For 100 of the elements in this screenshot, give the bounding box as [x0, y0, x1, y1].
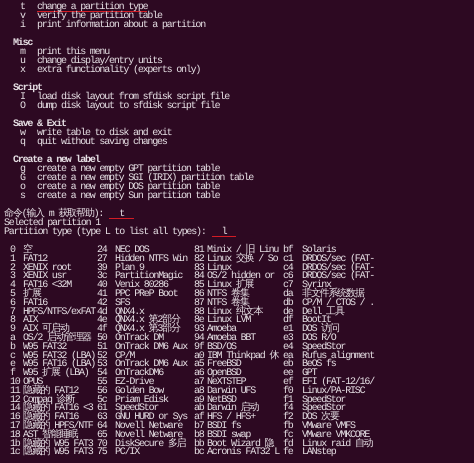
type-name: BSDI fs: [207, 422, 241, 431]
type-code: eb: [283, 360, 293, 370]
type-code: a9: [194, 396, 205, 404]
type-code: 87: [194, 298, 205, 308]
command-description: verify the partition table: [37, 12, 162, 21]
type-code: de: [283, 308, 293, 316]
type-code: ef: [283, 378, 294, 387]
type-name: 隐藏的 FAT16: [23, 413, 79, 422]
command-key: x: [13, 66, 37, 75]
type-code: 84: [194, 272, 206, 282]
type-code: 14: [10, 404, 22, 414]
type-name: DOS 访问: [302, 325, 340, 334]
type-name: BSDI swap: [207, 430, 251, 440]
type-code: 53: [97, 360, 108, 370]
type-code: fb: [283, 422, 294, 431]
type-code: 12: [10, 396, 20, 404]
type-code: 61: [97, 404, 108, 414]
type-code: f1: [283, 396, 294, 404]
type-name: SpeedStor: [115, 404, 158, 414]
type-name: XENIX usr: [23, 272, 66, 282]
command-key: q: [13, 138, 37, 147]
typed-answer: t: [109, 210, 134, 219]
type-name: EFI (FAT-12/16/: [302, 378, 376, 387]
type-code: 1b: [10, 440, 21, 448]
type-name: 非文件系统数据: [302, 290, 364, 299]
type-code: 75: [97, 448, 108, 458]
type-name: FAT16: [23, 298, 48, 308]
command-description: write table to disk and exit: [37, 129, 172, 138]
type-code: 2: [10, 264, 16, 272]
command-key: G: [13, 174, 37, 183]
type-name: DRDOS/sec (FAT-: [302, 254, 376, 264]
type-code: b7: [194, 422, 205, 431]
type-name: Amoeba: [207, 325, 238, 334]
type-name: Acronis FAT32 L: [207, 448, 281, 458]
type-code: 1: [10, 254, 16, 264]
type-name: XENIX root: [23, 264, 72, 272]
type-code: 88: [194, 308, 205, 316]
type-name: Linux 交换 / So: [207, 254, 279, 264]
type-code: 4d: [97, 308, 108, 316]
command-description: quit without saving changes: [37, 138, 167, 147]
type-code: e3: [283, 334, 294, 343]
section-heading: Save & Exit: [13, 120, 66, 129]
type-code: c1: [283, 254, 294, 264]
type-name: BeOS fs: [302, 360, 336, 370]
type-code: ea: [283, 352, 294, 360]
type-code: 94: [194, 334, 206, 343]
command-description: create a new empty DOS partition table: [37, 183, 220, 192]
type-name: GNU HURD or Sys: [115, 413, 188, 422]
type-name: OS/2 启动管理器: [23, 334, 92, 343]
type-code: c4: [283, 264, 294, 272]
type-code: a: [10, 334, 16, 343]
type-code: fc: [283, 430, 294, 440]
type-name: 隐藏的 W95 FAT3: [23, 440, 94, 448]
type-code: 11: [10, 386, 22, 396]
type-code: a6: [194, 369, 205, 378]
type-name: Solaris: [302, 246, 336, 255]
type-code: 51: [97, 342, 108, 352]
type-code: 81: [194, 246, 206, 255]
type-name: NetBSD: [207, 396, 238, 404]
type-code: fe: [283, 448, 294, 458]
type-code: 3c: [97, 272, 107, 282]
type-name: EZ-Drive: [115, 378, 154, 387]
type-code: f2: [283, 413, 294, 422]
type-code: a8: [194, 386, 205, 396]
type-name: SpeedStor: [302, 396, 346, 404]
type-name: CP/M: [115, 352, 135, 360]
type-code: 7: [10, 308, 16, 316]
type-code: 5: [10, 290, 16, 299]
type-name: Linux raid 自动: [302, 440, 374, 448]
type-code: 50: [97, 334, 108, 343]
type-name: DOS 次要: [302, 413, 340, 422]
type-code: a7: [194, 378, 205, 387]
type-name: Venix 80286: [115, 281, 168, 290]
type-name: Dell 工具: [302, 308, 346, 316]
command-key: i: [13, 21, 37, 30]
type-code: b: [10, 342, 16, 352]
type-name: W95 扩展 (LBA): [23, 369, 89, 378]
type-code: 24: [97, 246, 108, 255]
type-name: OnTrackDM6: [115, 369, 164, 378]
type-code: 3: [10, 272, 16, 282]
command-description: change display/entry units: [37, 57, 162, 66]
type-code: c: [10, 352, 16, 360]
type-code: 9f: [194, 342, 206, 352]
type-code: 55: [97, 378, 108, 387]
type-name: 空: [23, 246, 32, 255]
type-name: Linux/PA-RISC: [302, 386, 365, 396]
command-key: m: [13, 48, 37, 57]
type-code: 8e: [194, 316, 204, 326]
type-code: 5c: [97, 396, 107, 404]
type-code: df: [283, 316, 294, 326]
type-code: 82: [194, 254, 204, 264]
prompt-text: Selected partition 1: [4, 219, 100, 228]
type-code: 39: [97, 264, 108, 272]
type-name: Golden Bow: [115, 386, 164, 396]
type-name: PC/IX: [115, 448, 141, 458]
command-key: w: [13, 129, 37, 138]
type-code: 52: [97, 352, 107, 360]
prompt-text: 命令(输入 m 获取帮助):: [4, 210, 104, 219]
type-code: b8: [194, 430, 205, 440]
section-heading: Script: [13, 84, 42, 93]
